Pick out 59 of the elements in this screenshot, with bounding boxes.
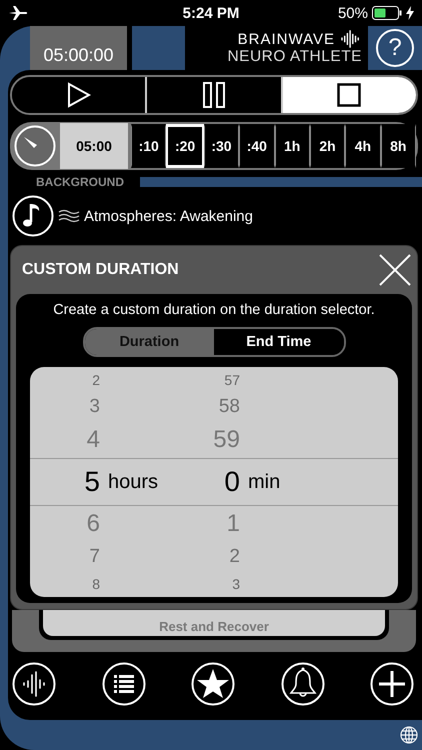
picker-minute: 0 (223, 466, 240, 498)
picker-hour: 5 (83, 466, 100, 498)
duration-preset[interactable]: 8h (380, 124, 416, 168)
duration-preset[interactable]: :20 (166, 124, 204, 168)
duration-preset[interactable]: 2h (310, 124, 346, 168)
track-name: Atmospheres: Awakening (84, 208, 253, 224)
brand-subtitle: NEURO ATHLETE (227, 48, 362, 66)
status-time: 5:24 PM (182, 4, 240, 22)
star-button[interactable] (191, 662, 235, 706)
picker-minute: 3 (231, 576, 240, 592)
airplane-icon (8, 5, 28, 21)
duration-picker[interactable]: 2 57 3 58 4 59 5 hours 0 min 6 1 7 2 8 3 (30, 367, 398, 597)
bell-icon (280, 662, 324, 706)
plus-icon (370, 662, 414, 706)
modal-title: CUSTOM DURATION (22, 261, 179, 279)
duration-value: 05:00 (60, 123, 128, 169)
picker-minute: 58 (218, 396, 240, 418)
waveform-button[interactable] (12, 662, 56, 706)
picker-unit: min (247, 470, 282, 494)
picker-hour: 3 (88, 396, 100, 418)
brand-title: BRAINWAVE (238, 30, 335, 48)
header-panel (132, 26, 185, 70)
picker-hour: 2 (91, 372, 100, 388)
help-button[interactable]: ? (376, 29, 414, 67)
modal-description: Create a custom duration on the duration selector. (53, 302, 375, 318)
globe-icon[interactable] (400, 726, 418, 744)
timer-display: 05:00:00 (30, 26, 127, 70)
list-icon (102, 662, 146, 706)
picker-minute: 1 (226, 510, 240, 538)
picker-minute: 2 (228, 546, 240, 568)
music-note-icon[interactable] (12, 195, 54, 237)
stop-icon (337, 83, 362, 107)
duration-preset[interactable]: 4h (345, 124, 381, 168)
pause-icon (202, 82, 225, 108)
waves-icon (58, 209, 80, 223)
picker-minute: 57 (223, 372, 240, 388)
battery-percent: 50% (338, 4, 368, 22)
play-icon (66, 82, 91, 108)
duration-preset[interactable]: :10 (131, 124, 166, 168)
picker-hour: 4 (86, 426, 100, 454)
close-button[interactable] (378, 253, 412, 287)
plus-button[interactable] (370, 662, 414, 706)
picker-unit: hours (107, 470, 160, 494)
picker-hour: 6 (86, 510, 100, 538)
stop-button[interactable] (280, 77, 416, 113)
duration-preset[interactable]: :40 (239, 124, 274, 168)
duration-preset[interactable]: :30 (204, 124, 240, 168)
picker-minute: 59 (212, 426, 240, 454)
dial-icon[interactable] (14, 125, 56, 167)
section-label: BACKGROUND (35, 175, 124, 189)
picker-hour: 7 (88, 546, 100, 568)
waveform-icon (340, 30, 362, 48)
waveform-icon (12, 662, 56, 706)
duration-preset[interactable]: 1h (274, 124, 310, 168)
list-button[interactable] (102, 662, 146, 706)
bell-button[interactable] (280, 662, 324, 706)
picker-hour: 8 (91, 576, 100, 592)
charging-icon (406, 6, 414, 20)
battery-icon (372, 6, 402, 20)
